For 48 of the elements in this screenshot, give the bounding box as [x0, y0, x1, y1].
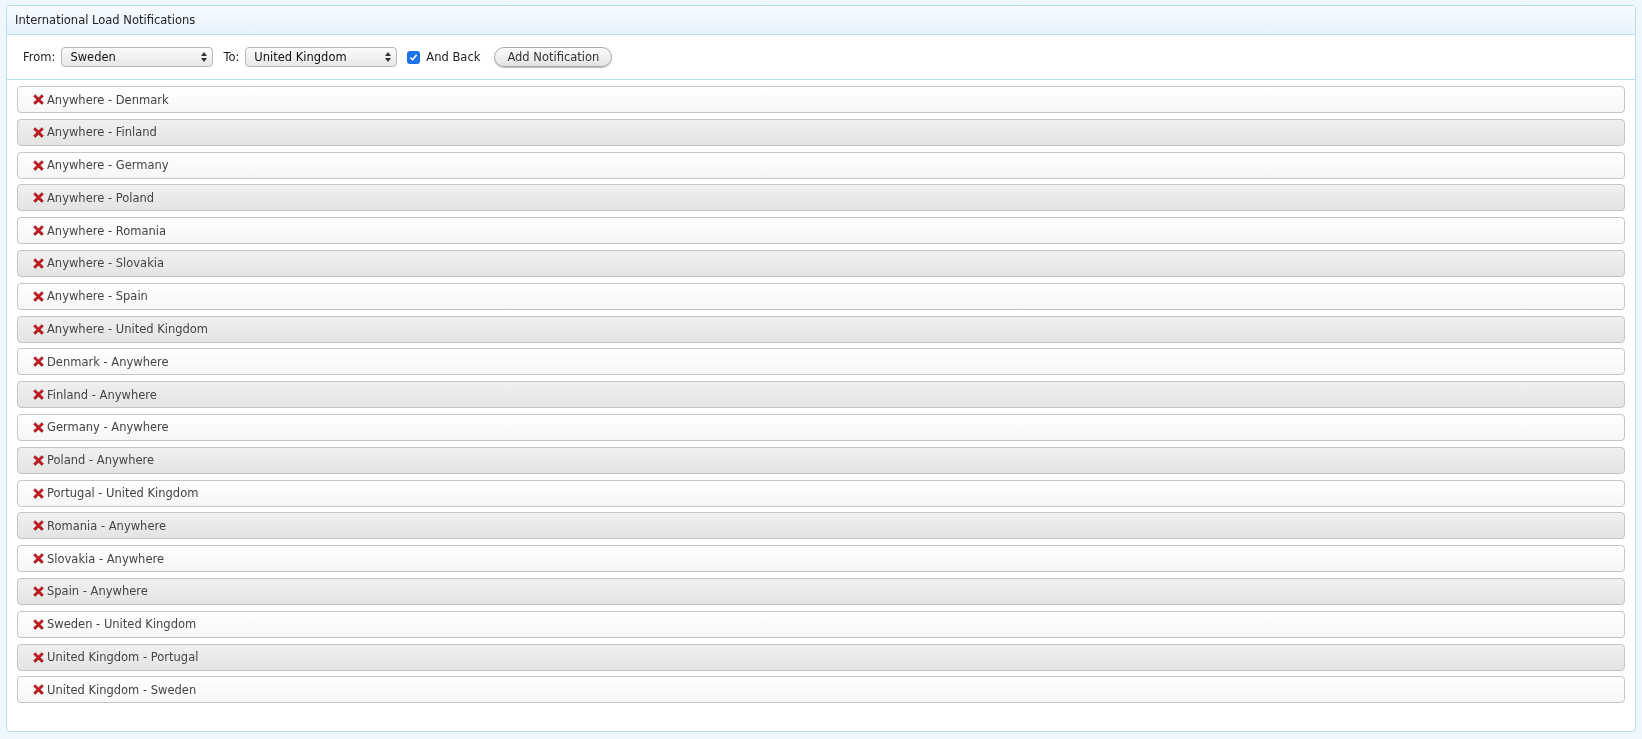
delete-icon[interactable] — [32, 93, 45, 106]
delete-icon[interactable] — [32, 420, 45, 434]
delete-icon[interactable] — [32, 191, 45, 205]
notification-label: United Kingdom - Portugal — [47, 650, 199, 665]
select-arrows-icon — [201, 52, 208, 62]
to-label: To: — [223, 50, 240, 64]
notification-label: Portugal - United Kingdom — [47, 486, 199, 501]
notification-label: Spain - Anywhere — [47, 584, 148, 599]
delete-icon[interactable] — [32, 125, 45, 139]
notification-label: Poland - Anywhere — [47, 453, 155, 468]
notification-label: Anywhere - United Kingdom — [47, 322, 209, 337]
notification-label: Anywhere - Denmark — [47, 92, 169, 107]
delete-icon[interactable] — [32, 584, 45, 598]
delete-icon[interactable] — [32, 158, 45, 172]
delete-icon[interactable] — [32, 683, 45, 697]
delete-icon[interactable] — [32, 453, 45, 467]
delete-icon[interactable] — [32, 388, 45, 402]
and-back-label: And Back — [426, 50, 481, 64]
and-back-checkbox[interactable] — [407, 50, 421, 64]
delete-icon[interactable] — [32, 224, 45, 238]
notification-label: Anywhere - Spain — [47, 289, 148, 304]
notification-label: Finland - Anywhere — [47, 387, 157, 402]
notification-label: Anywhere - Germany — [47, 158, 169, 173]
notification-label: Slovakia - Anywhere — [47, 551, 165, 566]
delete-icon[interactable] — [32, 650, 45, 664]
to-select[interactable]: United Kingdom — [245, 47, 398, 67]
notification-label: United Kingdom - Sweden — [47, 682, 197, 697]
notification-label: Anywhere - Poland — [47, 190, 155, 205]
from-select[interactable]: Sweden — [61, 47, 214, 67]
delete-icon[interactable] — [32, 552, 45, 566]
from-label: From: — [23, 50, 56, 64]
notification-label: Anywhere - Romania — [47, 223, 167, 238]
notification-label: Denmark - Anywhere — [47, 354, 169, 369]
delete-icon[interactable] — [32, 519, 45, 533]
notification-label: Anywhere - Finland — [47, 125, 157, 140]
delete-icon[interactable] — [32, 355, 45, 369]
notification-label: Germany - Anywhere — [47, 420, 169, 435]
delete-icon[interactable] — [32, 289, 45, 303]
notification-label: Sweden - United Kingdom — [47, 617, 197, 632]
delete-icon[interactable] — [32, 617, 45, 631]
add-notification-button[interactable]: Add Notification — [494, 47, 613, 67]
delete-icon[interactable] — [32, 257, 45, 270]
panel-title: International Load Notifications — [7, 6, 1635, 35]
notification-label: Romania - Anywhere — [47, 518, 167, 533]
delete-icon[interactable] — [32, 486, 45, 500]
select-arrows-icon — [385, 52, 392, 62]
delete-icon[interactable] — [32, 322, 45, 336]
notification-label: Anywhere - Slovakia — [47, 256, 165, 271]
